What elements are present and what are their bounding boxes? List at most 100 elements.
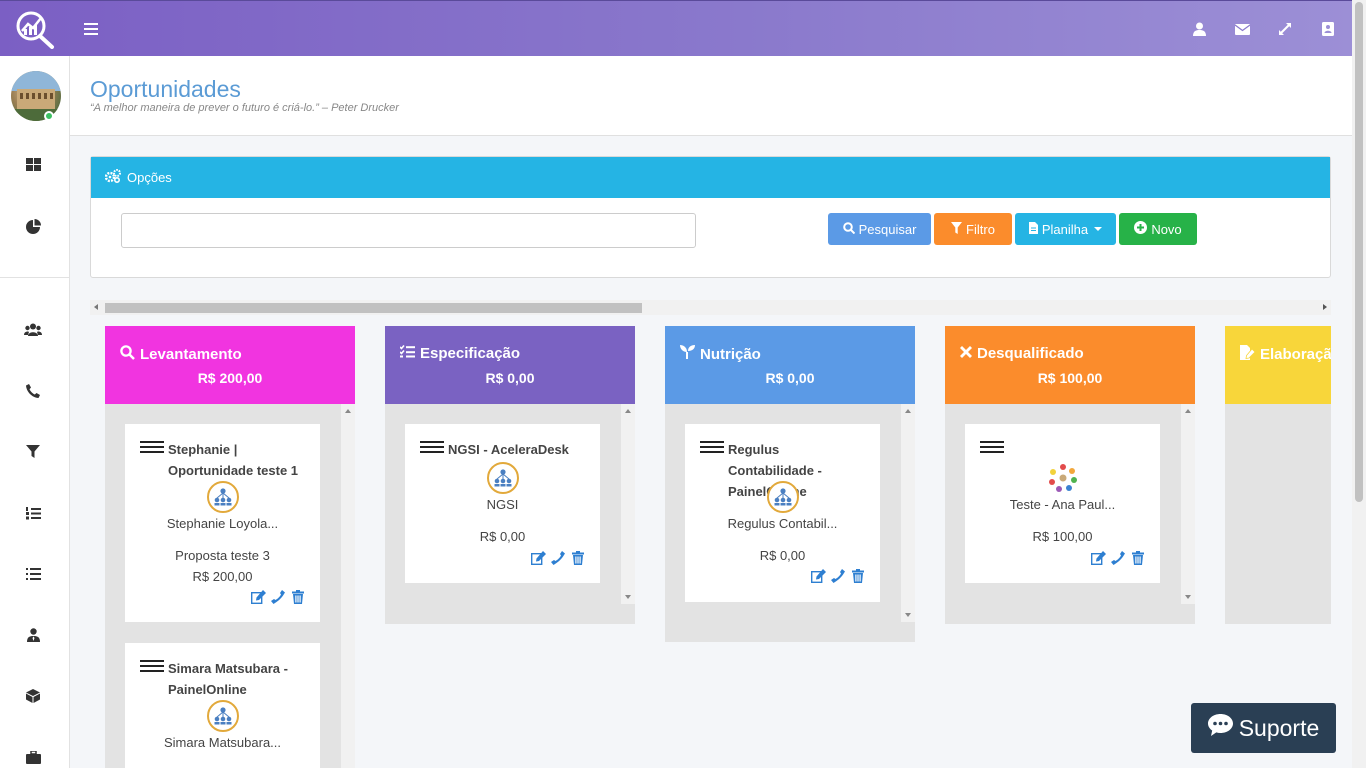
column-title: Nutrição [700,345,761,363]
opportunity-card[interactable]: Teste - Ana Paul... R$ 100,00 [965,424,1160,583]
spreadsheet-dropdown-button[interactable]: Planilha [1015,213,1116,245]
opportunity-card[interactable]: Regulus Contabilidade - PainelOnline Reg… [685,424,880,602]
column-title: Elaboração [1260,346,1331,363]
menu-toggle-button[interactable] [84,20,98,38]
phone-icon[interactable] [23,381,43,401]
card-value: R$ 200,00 [192,569,253,584]
column-header: Elaboração R [1225,326,1331,404]
user-icon[interactable] [1191,21,1207,37]
scroll-left-arrow[interactable] [94,304,98,310]
card-contact: Teste - Ana Paul... [1009,497,1116,512]
kanban-column-nutricao: Nutrição R$ 0,00 Regulus Contabilidade -… [665,326,915,642]
drag-handle-icon[interactable] [140,660,164,676]
opportunity-card[interactable]: Stephanie | Oportunidade teste 1 Stephan… [125,424,320,622]
file-icon [1028,221,1038,237]
phone-icon[interactable] [270,589,286,605]
column-scrollbar[interactable] [901,404,915,622]
trash-icon[interactable] [290,589,306,605]
column-body: Stephanie | Oportunidade teste 1 Stephan… [105,404,355,768]
page-scrollbar[interactable] [1352,0,1366,768]
drag-handle-icon[interactable] [980,441,1004,457]
options-panel-header: Opções [91,157,1330,198]
column-title: Levantamento [140,346,242,363]
app-logo[interactable] [14,9,56,49]
trash-icon[interactable] [570,550,586,566]
column-header: Desqualificado R$ 100,00 [945,326,1195,404]
users-icon[interactable] [23,319,43,339]
card-value: R$ 0,00 [759,548,806,563]
column-body: NGSI - AceleraDesk NGSI R$ 0,00 [385,404,635,624]
phone-icon[interactable] [830,568,846,584]
column-body [1225,404,1331,624]
edit-icon[interactable] [250,589,266,605]
caret-down-icon [1094,227,1103,231]
page-quote: “A melhor maneira de prever o futuro é c… [90,102,399,114]
drag-handle-icon[interactable] [140,441,164,457]
column-title: Especificação [420,345,521,362]
column-total: R$ 200,00 [197,370,263,386]
phone-icon[interactable] [1110,550,1126,566]
search-input[interactable] [121,213,696,248]
column-scrollbar[interactable] [1181,404,1195,604]
envelope-icon[interactable] [1234,21,1250,37]
drag-handle-icon[interactable] [700,441,724,457]
ordered-list-icon[interactable] [23,503,43,523]
kanban-column-desqualificado: Desqualificado R$ 100,00 Teste - Ana Pau… [945,326,1195,624]
cube-icon[interactable] [23,686,43,706]
opportunity-card[interactable]: NGSI - AceleraDesk NGSI R$ 0,00 [405,424,600,583]
scroll-right-arrow[interactable] [1323,304,1327,310]
online-status-indicator [44,111,54,121]
chat-bubble-icon [1207,714,1233,742]
new-button[interactable]: Novo [1119,213,1197,245]
column-header: Especificação R$ 0,00 [385,326,635,404]
trash-icon[interactable] [1130,550,1146,566]
expand-icon[interactable] [1277,21,1293,37]
kanban-column-elaboracao: Elaboração R [1225,326,1331,624]
contact-book-icon[interactable] [1320,21,1336,37]
edit-icon[interactable] [810,568,826,584]
page-title: Oportunidades [90,76,241,102]
board-horizontal-scrollbar[interactable] [90,300,1331,315]
gears-icon [104,169,121,186]
support-label: Suporte [1238,714,1320,741]
card-title: Stephanie | Oportunidade teste 1 [168,442,299,478]
column-scrollbar[interactable] [621,404,635,604]
user-tie-icon[interactable] [23,625,43,645]
page-header: Oportunidades “A melhor maneira de preve… [70,56,1352,136]
card-contact: Regulus Contabil... [727,516,838,531]
organization-icon [207,700,239,732]
search-icon [120,345,135,364]
top-navbar [0,0,1352,56]
edit-icon[interactable] [1090,550,1106,566]
pie-chart-icon[interactable] [23,216,43,236]
card-contact: Simara Matsubara... [163,735,282,750]
column-scrollbar[interactable] [341,404,355,768]
search-button[interactable]: Pesquisar [828,213,931,245]
file-signature-icon [1240,345,1256,364]
people-circle-icon [1047,462,1079,494]
column-body: Teste - Ana Paul... R$ 100,00 [945,404,1195,624]
card-title: NGSI - AceleraDesk [448,442,569,457]
plus-circle-icon [1134,221,1148,237]
edit-icon[interactable] [530,550,546,566]
support-button[interactable]: Suporte [1191,703,1336,753]
scroll-thumb[interactable] [105,303,642,313]
organization-icon [487,462,519,494]
organization-icon [207,481,239,513]
times-icon [960,345,972,362]
column-total: R [1225,370,1331,386]
filter-button[interactable]: Filtro [934,213,1012,245]
filter-icon[interactable] [23,442,43,462]
list-icon[interactable] [23,564,43,584]
briefcase-icon[interactable] [23,747,43,767]
trash-icon[interactable] [850,568,866,584]
opportunity-card[interactable]: Simara Matsubara - PainelOnline Simara M… [125,643,320,768]
seedling-icon [680,345,695,363]
column-title: Desqualificado [977,345,1084,362]
drag-handle-icon[interactable] [420,441,444,457]
options-panel: Opções Pesquisar Filtro Planilha Novo [90,156,1331,278]
dashboard-icon[interactable] [23,154,43,174]
kanban-board: Levantamento R$ 200,00 Stephanie | Oport… [90,326,1331,768]
phone-icon[interactable] [550,550,566,566]
card-detail: Proposta teste 3 [175,548,270,563]
